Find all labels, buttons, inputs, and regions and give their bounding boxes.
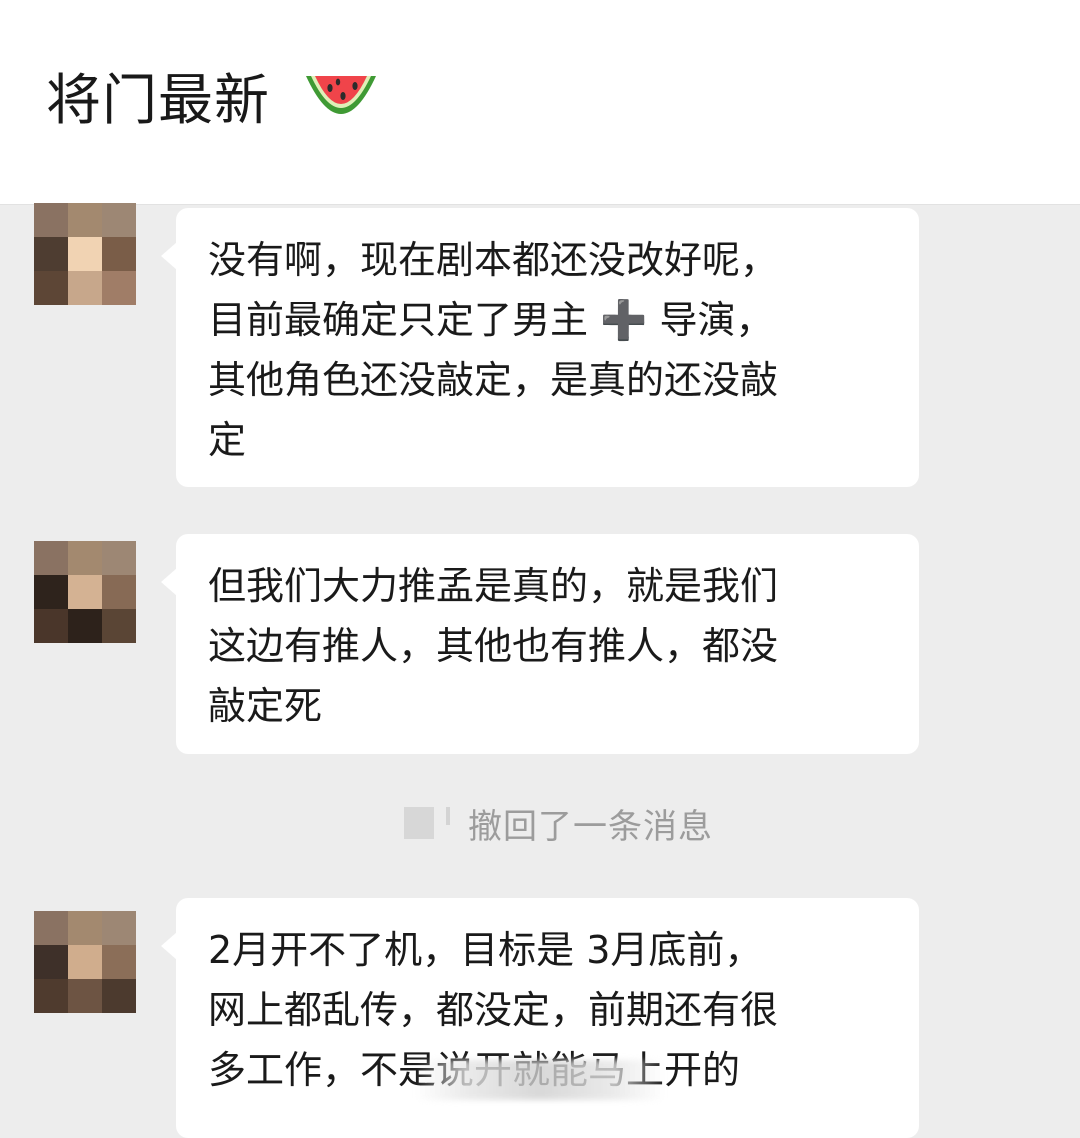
message-bubble[interactable]: 没有啊，现在剧本都还没改好呢， 目前最确定只定了男主 ➕ 导演， 其他角色还没敲… <box>161 208 919 487</box>
avatar[interactable] <box>34 541 136 643</box>
chat-title: 将门最新 <box>46 68 271 132</box>
watermark-blur <box>415 1060 665 1100</box>
recall-notice: 撤回了一条消息 <box>404 798 713 848</box>
avatar[interactable] <box>34 203 136 305</box>
message-bubble[interactable]: 2月开不了机，目标是 3月底前， 网上都乱传，都没定，前期还有很 多工作，不是说… <box>161 898 919 1138</box>
watermelon-icon <box>306 76 376 114</box>
quote-mark <box>446 807 450 825</box>
message-text: 没有啊，现在剧本都还没改好呢， 目前最确定只定了男主 ➕ 导演， 其他角色还没敲… <box>208 238 779 462</box>
avatar[interactable] <box>34 911 136 1013</box>
chat-header: 将门最新 <box>0 0 1080 205</box>
message-bubble[interactable]: 但我们大力推孟是真的，就是我们 这边有推人，其他也有推人，都没 敲定死 <box>161 534 919 754</box>
recall-text: 撤回了一条消息 <box>468 806 713 847</box>
avatar-placeholder <box>404 807 434 839</box>
message-text: 但我们大力推孟是真的，就是我们 这边有推人，其他也有推人，都没 敲定死 <box>208 564 779 728</box>
